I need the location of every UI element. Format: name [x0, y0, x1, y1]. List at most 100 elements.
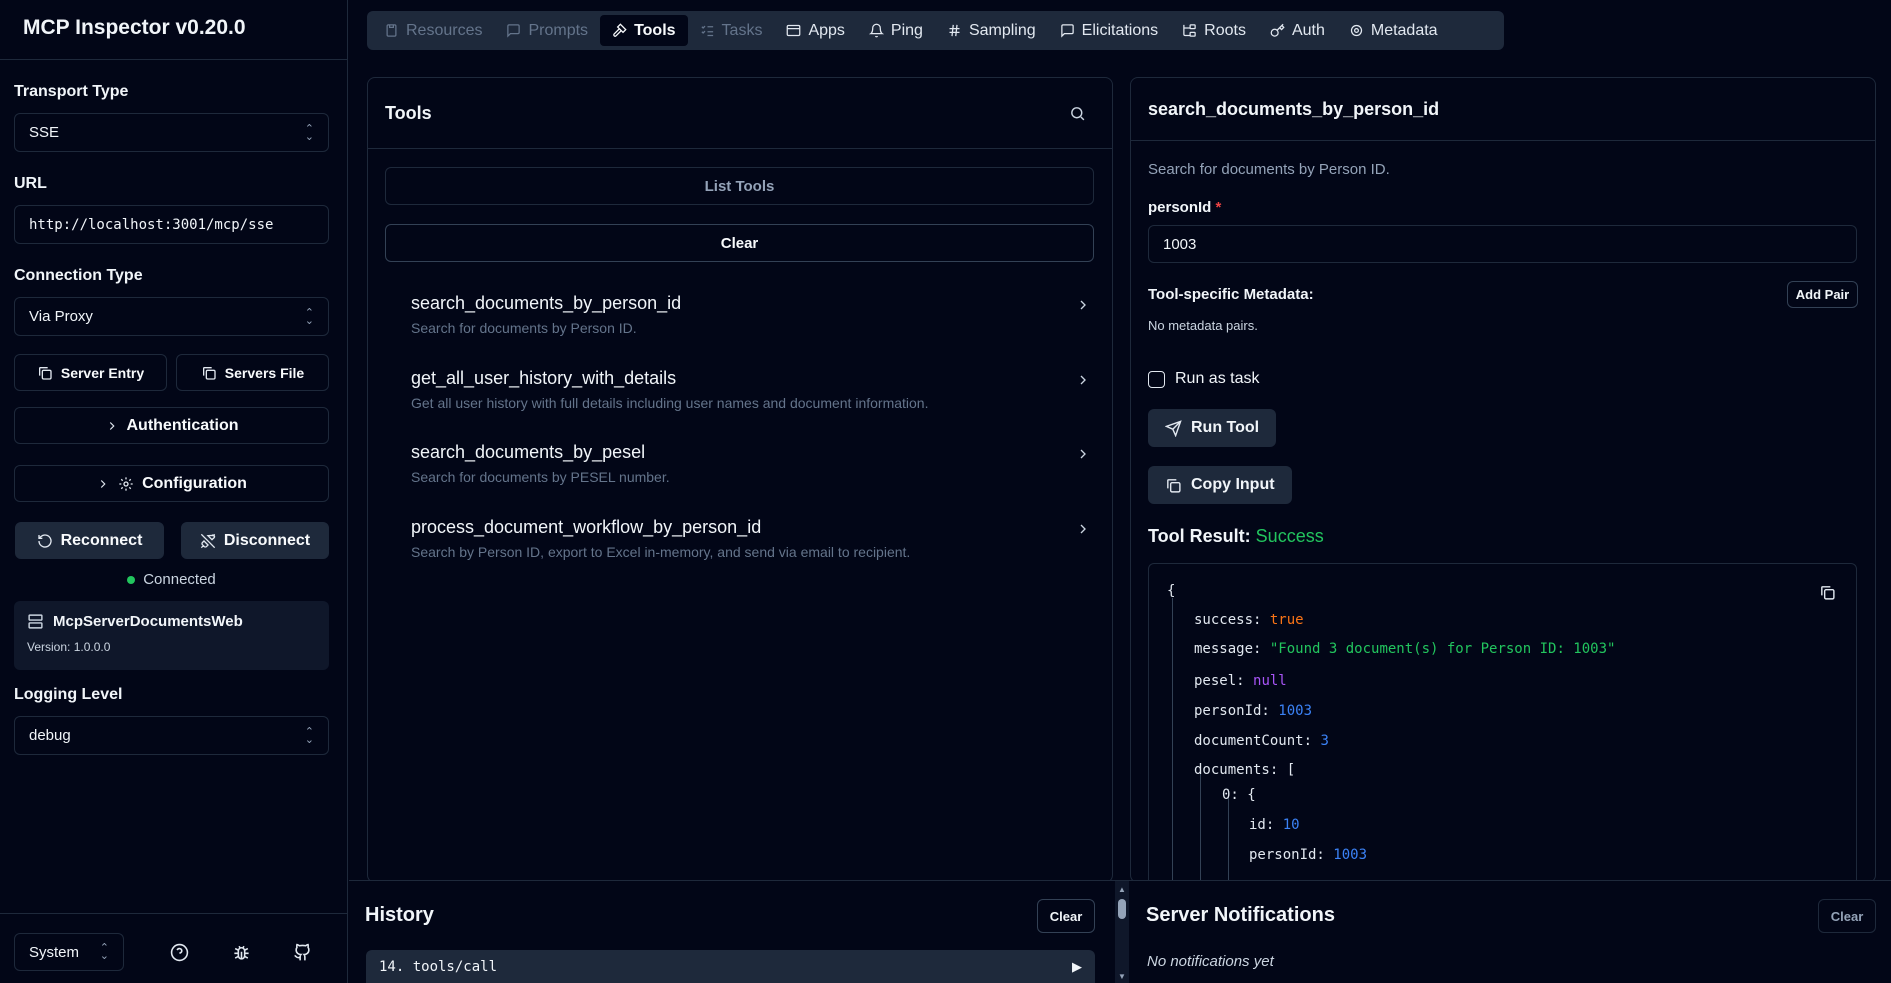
authentication-label: Authentication — [126, 416, 239, 434]
history-title: History — [365, 904, 434, 926]
tab-label: Roots — [1204, 21, 1246, 39]
run-tool-label: Run Tool — [1191, 419, 1260, 436]
server-entry-label: Server Entry — [60, 364, 145, 381]
metadata-label: Tool-specific Metadata: — [1148, 286, 1314, 303]
hash-icon — [949, 24, 960, 37]
tab-ping[interactable]: Ping — [857, 15, 935, 46]
run-as-task-label: Run as task — [1175, 370, 1260, 387]
tab-label: Ping — [890, 21, 923, 39]
theme-value: System — [29, 943, 80, 961]
copy-input-label: Copy Input — [1191, 476, 1275, 493]
tab-resources[interactable]: Resources — [372, 15, 494, 46]
app-title: MCP Inspector v0.20.0 — [0, 0, 347, 60]
theme-select[interactable]: System ⌃ ⌄ — [14, 933, 124, 971]
rotate-ccw-icon — [37, 533, 52, 548]
message-square-icon — [1060, 24, 1074, 38]
scrollbar-thumb[interactable] — [1118, 899, 1126, 919]
json-value: null — [1253, 673, 1287, 689]
transport-type-label: Transport Type — [14, 83, 129, 100]
add-pair-label: Add Pair — [1795, 287, 1850, 302]
tool-description: Get all user history with full details i… — [411, 395, 929, 411]
gear-icon — [119, 476, 133, 491]
copy-icon — [1167, 478, 1181, 493]
chevron-right-icon — [100, 479, 106, 488]
tool-description: Search for documents by PESEL number. — [411, 469, 670, 485]
json-value: 1003 — [1278, 703, 1313, 719]
tab-metadata[interactable]: Metadata — [1337, 15, 1450, 46]
tab-auth[interactable]: Auth — [1258, 15, 1337, 46]
tab-tools[interactable]: Tools — [600, 15, 688, 46]
tool-name: search_documents_by_pesel — [411, 442, 646, 462]
copy-icon[interactable] — [1819, 584, 1836, 601]
copy-icon — [38, 366, 52, 380]
person-id-input[interactable]: 1003 — [1148, 225, 1857, 263]
json-value: "Found 3 document(s) for Person ID: 1003… — [1269, 641, 1616, 657]
transport-type-select[interactable]: SSE ⌃ ⌄ — [14, 113, 329, 152]
folder-tree-icon — [1183, 24, 1196, 37]
history-entry-text: 14. tools/call — [379, 959, 498, 975]
chevron-right-icon — [1080, 300, 1086, 310]
configuration-toggle[interactable]: Configuration — [14, 465, 329, 502]
tools-panel-header: Tools — [368, 78, 1112, 149]
tool-item-search_documents_by_pesel[interactable]: search_documents_by_pesel Search for doc… — [411, 442, 1091, 485]
connection-type-select[interactable]: Via Proxy ⌃ ⌄ — [14, 297, 329, 336]
clear-history-button[interactable]: Clear — [1037, 899, 1095, 933]
json-value: 3 — [1320, 733, 1329, 749]
search-icon[interactable] — [1069, 105, 1086, 122]
sidebar: MCP Inspector v0.20.0 Transport Type SSE… — [0, 0, 348, 983]
clear-tools-button[interactable]: Clear — [385, 224, 1094, 262]
reconnect-button[interactable]: Reconnect — [15, 522, 164, 559]
file-icon — [386, 24, 397, 37]
connection-type-value: Via Proxy — [29, 308, 93, 325]
tab-label: Sampling — [968, 21, 1036, 39]
github-button[interactable] — [285, 935, 319, 969]
help-button[interactable] — [162, 935, 196, 969]
tool-item-process_document_workflow_by_person_id[interactable]: process_document_workflow_by_person_id S… — [411, 517, 1091, 560]
configuration-label: Configuration — [142, 474, 247, 492]
connection-type-label: Connection Type — [14, 267, 143, 284]
list-tools-button[interactable]: List Tools — [385, 167, 1094, 205]
play-icon[interactable]: ▶ — [1072, 959, 1082, 975]
json-line-inner-personId: personId: 1003 — [1249, 847, 1367, 863]
copy-input-button[interactable]: Copy Input — [1148, 466, 1292, 504]
tab-sampling[interactable]: Sampling — [935, 15, 1048, 46]
tool-item-search_documents_by_person_id[interactable]: search_documents_by_person_id Search for… — [411, 293, 1091, 336]
run-tool-button[interactable]: Run Tool — [1148, 409, 1277, 447]
servers-file-button[interactable]: Servers File — [176, 354, 329, 391]
history-entry[interactable]: 14. tools/call ▶ — [366, 950, 1095, 983]
run-as-task-checkbox[interactable] — [1148, 370, 1165, 388]
tab-apps[interactable]: Apps — [774, 15, 856, 46]
scroll-down-arrow[interactable]: ▼ — [1118, 972, 1126, 981]
tool-detail-description: Search for documents by Person ID. — [1148, 161, 1390, 178]
scroll-up-arrow[interactable]: ▲ — [1118, 885, 1126, 894]
tab-label: Tasks — [721, 21, 763, 39]
list-tools-label: List Tools — [704, 177, 775, 195]
json-key: personId: — [1249, 847, 1325, 863]
connection-status: Connected — [14, 571, 329, 588]
clear-tools-label: Clear — [720, 234, 759, 252]
required-marker: * — [1215, 199, 1222, 216]
url-input[interactable]: http://localhost:3001/mcp/sse — [14, 205, 329, 244]
scrollbar-track[interactable]: ▲ ▼ — [1115, 881, 1129, 983]
param-label-text: personId — [1148, 199, 1212, 216]
tab-tasks[interactable]: Tasks — [688, 15, 775, 46]
add-pair-button[interactable]: Add Pair — [1787, 281, 1858, 308]
disconnect-button[interactable]: Disconnect — [181, 522, 329, 559]
authentication-toggle[interactable]: Authentication — [14, 407, 329, 444]
server-version: Version: 1.0.0.0 — [27, 640, 111, 654]
tab-prompts[interactable]: Prompts — [494, 15, 600, 46]
clear-notifications-button[interactable]: Clear — [1818, 899, 1876, 933]
logging-level-select[interactable]: debug ⌃ ⌄ — [14, 716, 329, 755]
tools-panel-title: Tools — [385, 102, 432, 123]
json-key: pesel: — [1194, 673, 1245, 689]
tool-result-heading: Tool Result: Success — [1148, 526, 1324, 547]
tool-item-get_all_user_history_with_details[interactable]: get_all_user_history_with_details Get al… — [411, 368, 1091, 411]
tab-bar: Resources Prompts Tools Tasks Apps Ping … — [367, 11, 1504, 50]
debug-button[interactable] — [224, 935, 258, 969]
bottom-panel: History Clear 14. tools/call ▶ ▲ ▼ Serve… — [349, 880, 1891, 983]
bug-icon — [233, 945, 249, 960]
tab-label: Prompts — [528, 21, 589, 39]
server-entry-button[interactable]: Server Entry — [14, 354, 167, 391]
tab-roots[interactable]: Roots — [1170, 15, 1258, 46]
tab-elicitations[interactable]: Elicitations — [1048, 15, 1170, 46]
